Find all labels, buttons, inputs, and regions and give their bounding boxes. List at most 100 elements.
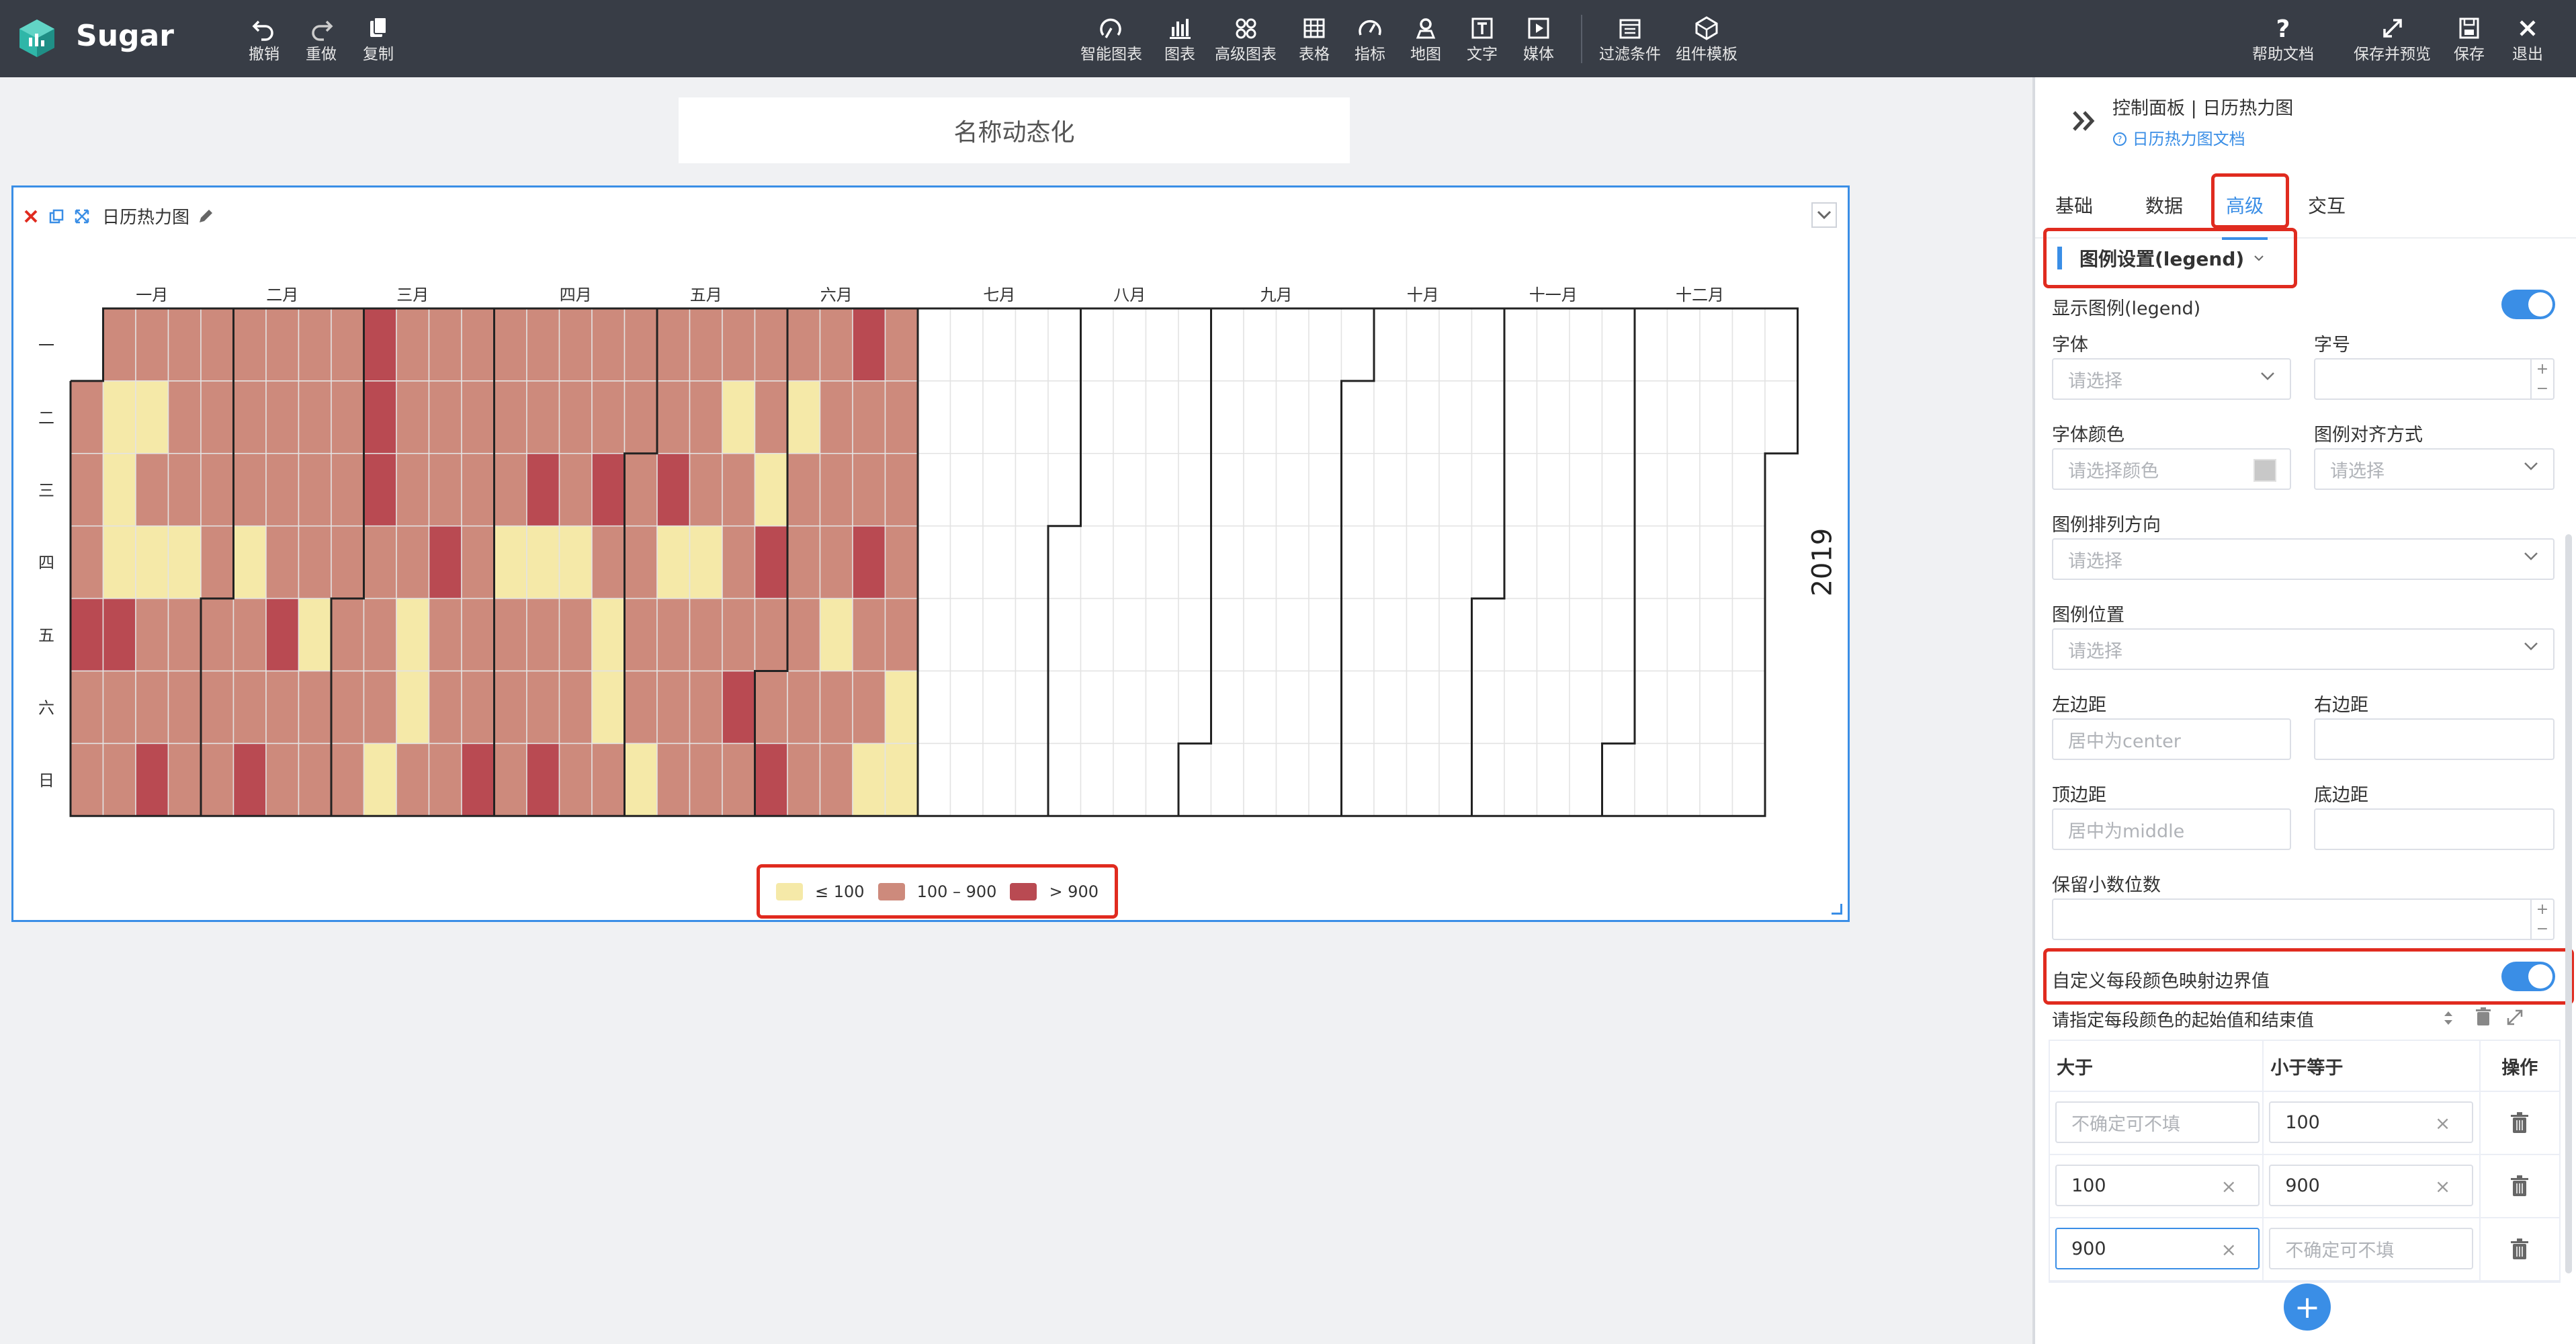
heatmap-cell[interactable]: [526, 597, 560, 672]
heatmap-cell[interactable]: [1080, 453, 1114, 527]
heatmap-cell[interactable]: [232, 597, 267, 672]
heatmap-cell[interactable]: [1373, 308, 1408, 382]
heatmap-cell[interactable]: [461, 743, 495, 817]
heatmap-cell[interactable]: [1178, 597, 1212, 672]
undo-button[interactable]: 撤销: [249, 12, 280, 70]
heatmap-cell[interactable]: [1080, 670, 1114, 745]
heatmap-cell[interactable]: [1145, 743, 1179, 817]
heatmap-cell[interactable]: [1015, 380, 1049, 454]
heatmap-cell[interactable]: [1243, 525, 1277, 599]
heatmap-cell[interactable]: [1113, 670, 1147, 745]
heatmap-cell[interactable]: [558, 525, 593, 599]
heatmap-cell[interactable]: [1340, 453, 1375, 527]
heatmap-cell[interactable]: [1275, 743, 1310, 817]
heatmap-cell[interactable]: [70, 380, 104, 454]
heatmap-cell[interactable]: [558, 743, 593, 817]
heatmap-cell[interactable]: [1210, 380, 1244, 454]
heatmap-cell[interactable]: [1373, 525, 1408, 599]
heatmap-cell[interactable]: [787, 525, 821, 599]
heatmap-cell[interactable]: [265, 380, 300, 454]
heatmap-cell[interactable]: [656, 597, 691, 672]
copy-button[interactable]: 复制: [363, 12, 394, 70]
legend-settings-section[interactable]: 图例设置(legend): [2043, 228, 2297, 288]
heatmap-cell[interactable]: [1634, 525, 1668, 599]
heatmap-cell[interactable]: [265, 743, 300, 817]
heatmap-cell[interactable]: [200, 670, 234, 745]
heatmap-cell[interactable]: [1764, 308, 1799, 382]
heatmap-cell[interactable]: [1699, 743, 1733, 817]
heatmap-cell[interactable]: [1536, 453, 1570, 527]
heatmap-cell[interactable]: [624, 670, 658, 745]
heatmap-cell[interactable]: [558, 453, 593, 527]
filter-button[interactable]: 过滤条件: [1599, 12, 1661, 70]
heatmap-cell[interactable]: [167, 743, 202, 817]
heatmap-cell[interactable]: [1243, 743, 1277, 817]
heatmap-cell[interactable]: [363, 453, 397, 527]
calendar-heatmap-widget[interactable]: 一月 二月 三月 四月 五月 六月 七月 八月 九月 十月 十一月 十二月一二三四五六日 2019 日历…: [11, 185, 1850, 922]
heatmap-cell[interactable]: [722, 525, 756, 599]
heatmap-cell[interactable]: [1178, 380, 1212, 454]
heatmap-cell[interactable]: [461, 380, 495, 454]
heatmap-cell[interactable]: [428, 670, 462, 745]
heatmap-cell[interactable]: [1406, 670, 1440, 745]
heatmap-cell[interactable]: [135, 308, 169, 382]
redo-button[interactable]: 重做: [306, 12, 337, 70]
heatmap-cell[interactable]: [754, 597, 788, 672]
heatmap-cell[interactable]: [102, 525, 136, 599]
heatmap-cell[interactable]: [949, 597, 984, 672]
font-color-picker[interactable]: 请选择颜色: [2052, 448, 2291, 490]
heatmap-cell[interactable]: [1308, 743, 1342, 817]
heatmap-cell[interactable]: [884, 670, 918, 745]
heatmap-cell[interactable]: [135, 453, 169, 527]
heatmap-cell[interactable]: [461, 308, 495, 382]
heatmap-cell[interactable]: [1113, 743, 1147, 817]
heatmap-cell[interactable]: [526, 453, 560, 527]
heatmap-cell[interactable]: [1113, 453, 1147, 527]
heatmap-cell[interactable]: [1210, 597, 1244, 672]
bottom-margin-input[interactable]: [2314, 808, 2554, 850]
heatmap-cell[interactable]: [1308, 380, 1342, 454]
heatmap-cell[interactable]: [1308, 670, 1342, 745]
heatmap-cell[interactable]: [1471, 743, 1505, 817]
heatmap-cell[interactable]: [1178, 525, 1212, 599]
heatmap-cell[interactable]: [265, 453, 300, 527]
heatmap-cell[interactable]: [982, 308, 1017, 382]
heatmap-cell[interactable]: [1536, 597, 1570, 672]
heatmap-cell[interactable]: [591, 525, 626, 599]
heatmap-cell[interactable]: [396, 743, 430, 817]
heatmap-cell[interactable]: [656, 308, 691, 382]
left-margin-input[interactable]: 居中为center: [2052, 718, 2291, 760]
heatmap-cell[interactable]: [1275, 597, 1310, 672]
heatmap-cell[interactable]: [265, 670, 300, 745]
heatmap-cell[interactable]: [819, 597, 853, 672]
heatmap-cell[interactable]: [1243, 308, 1277, 382]
heatmap-cell[interactable]: [1113, 597, 1147, 672]
heatmap-cell[interactable]: [591, 670, 626, 745]
heatmap-cell[interactable]: [331, 670, 365, 745]
heatmap-cell[interactable]: [722, 670, 756, 745]
heatmap-cell[interactable]: [1275, 453, 1310, 527]
heatmap-cell[interactable]: [852, 308, 886, 382]
heatmap-cell[interactable]: [884, 380, 918, 454]
heatmap-cell[interactable]: [1015, 670, 1049, 745]
heatmap-cell[interactable]: [1731, 308, 1766, 382]
legend-item[interactable]: ≤ 100: [776, 882, 865, 901]
advanced-chart-button[interactable]: 高级图表: [1215, 12, 1277, 70]
heatmap-cell[interactable]: [917, 453, 951, 527]
heatmap-cell[interactable]: [689, 308, 723, 382]
heatmap-cell[interactable]: [1080, 525, 1114, 599]
heatmap-cell[interactable]: [1666, 743, 1701, 817]
heatmap-cell[interactable]: [558, 670, 593, 745]
heatmap-cell[interactable]: [428, 380, 462, 454]
heatmap-cell[interactable]: [722, 380, 756, 454]
text-button[interactable]: 文字: [1467, 12, 1498, 70]
heatmap-cell[interactable]: [917, 597, 951, 672]
heatmap-cell[interactable]: [1569, 670, 1603, 745]
heatmap-cell[interactable]: [787, 308, 821, 382]
heatmap-cell[interactable]: [1536, 670, 1570, 745]
heatmap-cell[interactable]: [135, 525, 169, 599]
font-select[interactable]: 请选择: [2052, 358, 2291, 400]
heatmap-cell[interactable]: [1666, 453, 1701, 527]
heatmap-cell[interactable]: [1178, 670, 1212, 745]
heatmap-cell[interactable]: [1666, 380, 1701, 454]
